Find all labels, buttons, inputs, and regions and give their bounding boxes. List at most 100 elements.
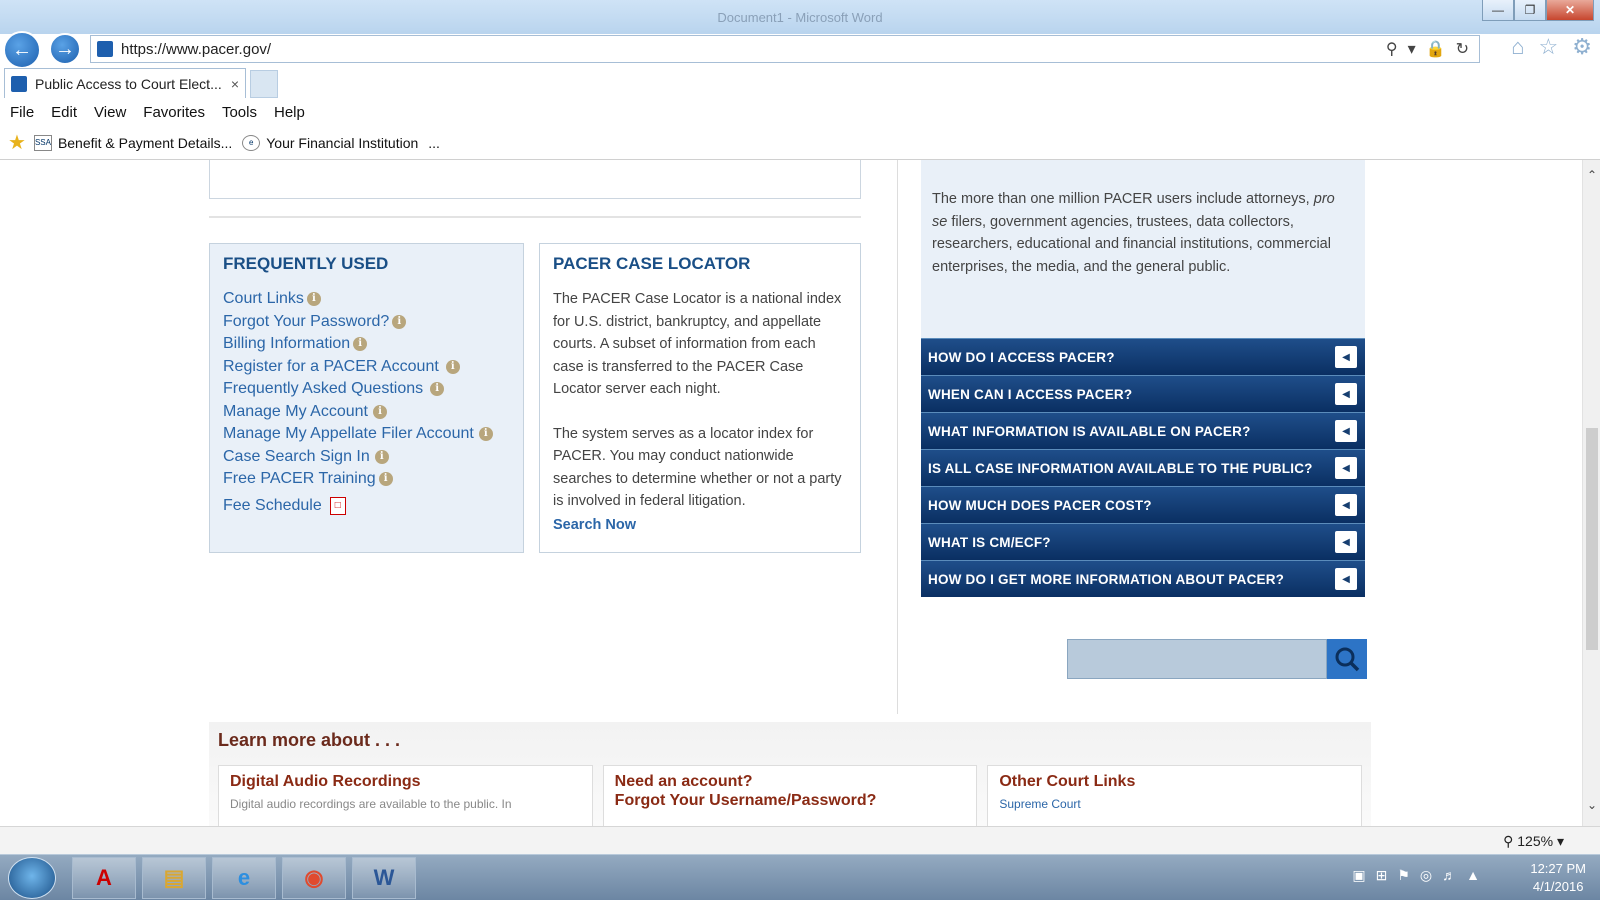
taskbar-clock[interactable]: 12:27 PM 4/1/2016 — [1530, 860, 1586, 896]
favorite-financial-institution[interactable]: e Your Financial Institution — [242, 134, 418, 151]
info-icon[interactable]: i — [445, 359, 460, 374]
link-forgot-password[interactable]: Forgot Your Password? i — [223, 311, 510, 334]
search-button[interactable] — [1327, 639, 1367, 679]
forward-button[interactable]: → — [49, 33, 81, 65]
link-faq[interactable]: Frequently Asked Questions i — [223, 378, 510, 401]
faq-item-more-info[interactable]: HOW DO I GET MORE INFORMATION ABOUT PACE… — [921, 560, 1365, 597]
info-icon[interactable]: i — [353, 337, 368, 352]
faq-label[interactable]: HOW MUCH DOES PACER COST? — [928, 498, 1335, 513]
info-icon[interactable]: i — [306, 292, 321, 307]
scroll-thumb[interactable] — [1586, 428, 1598, 650]
address-url[interactable]: https://www.pacer.gov/ — [121, 41, 1386, 58]
faq-item-when[interactable]: WHEN CAN I ACCESS PACER? ◀ — [921, 375, 1365, 412]
address-bar[interactable]: https://www.pacer.gov/ ⚲ ▾ 🔒 ↻ — [90, 35, 1480, 63]
home-icon[interactable]: ⌂ — [1511, 34, 1524, 60]
favorite-benefit-payment[interactable]: SSA Benefit & Payment Details... — [33, 134, 232, 151]
faq-item-public[interactable]: IS ALL CASE INFORMATION AVAILABLE TO THE… — [921, 449, 1365, 486]
faq-label[interactable]: IS ALL CASE INFORMATION AVAILABLE TO THE… — [928, 461, 1335, 476]
browser-tab[interactable]: Public Access to Court Elect... × — [4, 68, 246, 98]
dropdown-arrow-icon[interactable]: ▾ — [1408, 39, 1416, 59]
menu-help[interactable]: Help — [274, 104, 305, 121]
link-label[interactable]: Manage My Account — [223, 403, 368, 421]
card-other-court-links[interactable]: Other Court Links Supreme Court — [987, 765, 1363, 826]
favorites-overflow[interactable]: ... — [428, 135, 440, 151]
card-title[interactable]: Need an account? Forgot Your Username/Pa… — [615, 772, 966, 810]
start-button[interactable] — [8, 857, 56, 899]
link-register-account[interactable]: Register for a PACER Account i — [223, 356, 510, 379]
restore-button[interactable]: ❐ — [1514, 0, 1546, 21]
new-tab-button[interactable] — [250, 70, 278, 98]
faq-label[interactable]: HOW DO I ACCESS PACER? — [928, 350, 1335, 365]
scroll-up-icon[interactable]: ⌃ — [1583, 168, 1600, 188]
link-label[interactable]: Free PACER Training — [223, 470, 376, 488]
zoom-level[interactable]: ⚲ 125% ▾ — [1503, 833, 1564, 850]
menu-view[interactable]: View — [94, 104, 126, 121]
chrome-icon[interactable]: ◉ — [282, 857, 346, 899]
faq-item-what-info[interactable]: WHAT INFORMATION IS AVAILABLE ON PACER? ◀ — [921, 412, 1365, 449]
faq-label[interactable]: WHAT IS CM/ECF? — [928, 535, 1335, 550]
card-link[interactable]: Supreme Court — [999, 797, 1350, 811]
card-need-account[interactable]: Need an account? Forgot Your Username/Pa… — [602, 765, 978, 826]
expand-left-arrow-icon[interactable]: ◀ — [1335, 457, 1357, 479]
faq-item-cost[interactable]: HOW MUCH DOES PACER COST? ◀ — [921, 486, 1365, 523]
info-icon[interactable]: i — [372, 404, 387, 419]
card-title[interactable]: Other Court Links — [999, 772, 1350, 791]
acrobat-icon[interactable]: A — [72, 857, 136, 899]
link-label[interactable]: Manage My Appellate Filer Account — [223, 425, 474, 443]
search-input[interactable] — [1067, 639, 1327, 679]
expand-left-arrow-icon[interactable]: ◀ — [1335, 420, 1357, 442]
link-manage-account[interactable]: Manage My Account i — [223, 401, 510, 424]
flag-icon[interactable]: ⚑ — [1397, 867, 1410, 884]
link-court-links[interactable]: Court Links i — [223, 288, 510, 311]
signal-icon[interactable]: ▲ — [1466, 867, 1480, 884]
back-button[interactable]: ← — [3, 31, 41, 69]
expand-left-arrow-icon[interactable]: ◀ — [1335, 531, 1357, 553]
expand-left-arrow-icon[interactable]: ◀ — [1335, 494, 1357, 516]
volume-icon[interactable]: ♬ — [1442, 867, 1456, 884]
link-label[interactable]: Case Search Sign In — [223, 448, 370, 466]
expand-left-arrow-icon[interactable]: ◀ — [1335, 568, 1357, 590]
info-icon[interactable]: i — [374, 449, 389, 464]
info-icon[interactable]: i — [392, 314, 407, 329]
favorites-star-icon[interactable]: ☆ — [1539, 34, 1559, 60]
minimize-button[interactable]: — — [1482, 0, 1514, 21]
lock-icon[interactable]: 🔒 — [1426, 39, 1446, 59]
favorites-star-icon[interactable]: ★ — [8, 130, 26, 155]
link-manage-appellate-account[interactable]: Manage My Appellate Filer Account i — [223, 423, 510, 446]
info-icon[interactable]: i — [478, 427, 493, 442]
close-window-button[interactable]: ✕ — [1546, 0, 1594, 21]
gear-icon[interactable]: ⚙ — [1572, 34, 1592, 60]
refresh-icon[interactable]: ↻ — [1456, 39, 1469, 59]
link-label[interactable]: Frequently Asked Questions — [223, 380, 423, 398]
info-icon[interactable]: i — [378, 472, 393, 487]
link-label[interactable]: Forgot Your Password? — [223, 313, 389, 331]
faq-item-cmecf[interactable]: WHAT IS CM/ECF? ◀ — [921, 523, 1365, 560]
link-free-training[interactable]: Free PACER Training i — [223, 468, 510, 491]
internet-explorer-icon[interactable]: e — [212, 857, 276, 899]
faq-label[interactable]: WHAT INFORMATION IS AVAILABLE ON PACER? — [928, 424, 1335, 439]
menu-file[interactable]: File — [10, 104, 34, 121]
link-case-search-sign-in[interactable]: Case Search Sign In i — [223, 446, 510, 469]
link-label[interactable]: Court Links — [223, 290, 304, 308]
info-icon[interactable]: i — [430, 382, 445, 397]
word-icon[interactable]: W — [352, 857, 416, 899]
expand-left-arrow-icon[interactable]: ◀ — [1335, 346, 1357, 368]
link-label[interactable]: Billing Information — [223, 335, 350, 353]
menu-favorites[interactable]: Favorites — [143, 104, 205, 121]
search-icon[interactable]: ⚲ — [1386, 39, 1398, 59]
link-fee-schedule[interactable]: Fee Schedule □ — [223, 495, 510, 518]
card-digital-audio[interactable]: Digital Audio Recordings Digital audio r… — [218, 765, 593, 826]
menu-edit[interactable]: Edit — [51, 104, 77, 121]
tab-close-icon[interactable]: × — [231, 76, 239, 92]
tray-app-icon[interactable]: ▣ — [1352, 867, 1365, 884]
expand-left-arrow-icon[interactable]: ◀ — [1335, 383, 1357, 405]
link-label[interactable]: Fee Schedule — [223, 497, 322, 515]
link-label[interactable]: Register for a PACER Account — [223, 358, 439, 376]
pdf-icon[interactable]: □ — [329, 496, 346, 515]
menu-tools[interactable]: Tools — [222, 104, 257, 121]
zoom-dropdown-icon[interactable]: ▾ — [1557, 833, 1564, 849]
faq-item-access[interactable]: HOW DO I ACCESS PACER? ◀ — [921, 338, 1365, 375]
faq-label[interactable]: WHEN CAN I ACCESS PACER? — [928, 387, 1335, 402]
vertical-scrollbar[interactable]: ⌃ ⌄ — [1582, 160, 1600, 826]
card-title[interactable]: Digital Audio Recordings — [230, 772, 581, 791]
